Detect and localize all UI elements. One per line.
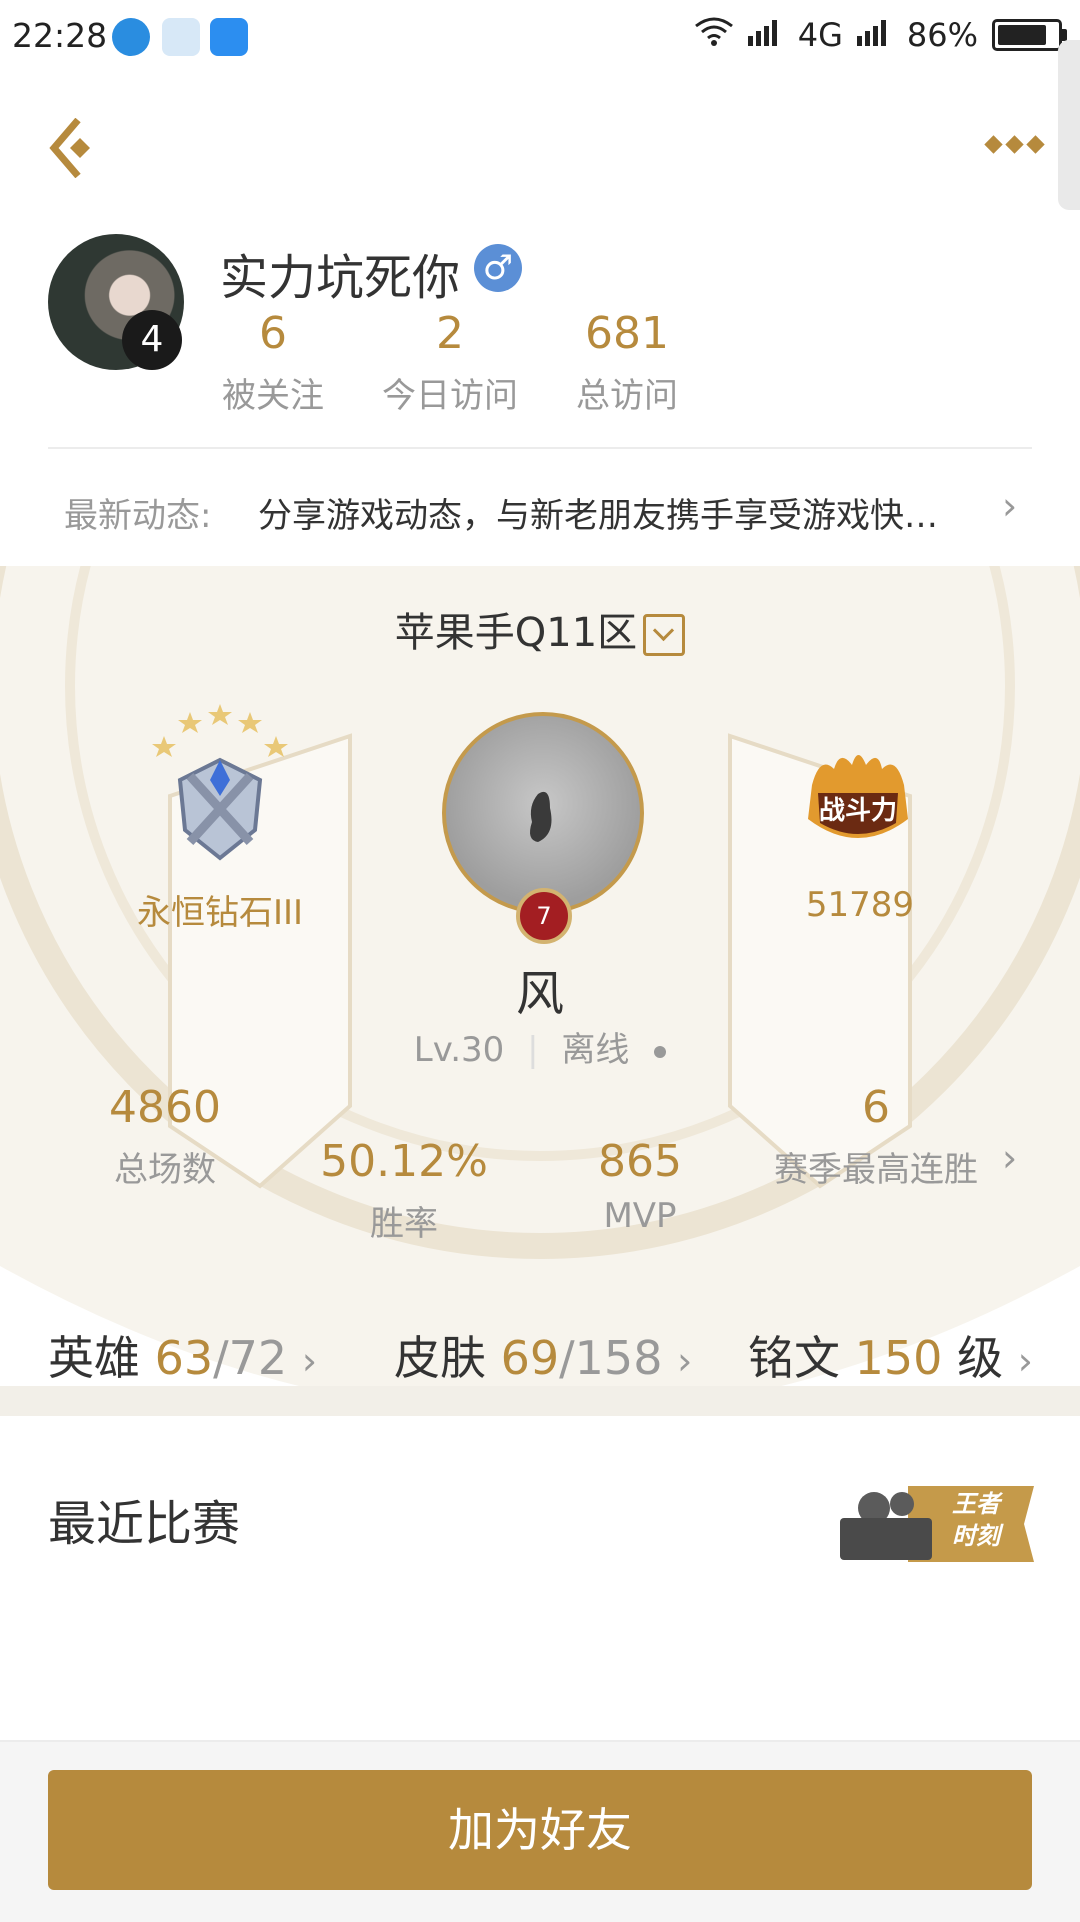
today-visits-label: 今日访问 bbox=[382, 376, 518, 416]
total-visits-count: 681 bbox=[585, 308, 669, 359]
hero-status-line: Lv.30 | 离线 bbox=[0, 1022, 1080, 1071]
separator: | bbox=[527, 1030, 539, 1070]
rank-emblem-icon[interactable] bbox=[150, 690, 290, 870]
total-games-label: 总场数 bbox=[114, 1150, 216, 1190]
heroes-link[interactable]: 英雄 63/72 › bbox=[48, 1322, 317, 1388]
runes-value: 150 bbox=[854, 1331, 943, 1385]
chevron-right-icon: › bbox=[1002, 484, 1018, 528]
skins-total: /158 bbox=[559, 1331, 663, 1385]
chevron-right-icon: › bbox=[1017, 1339, 1033, 1383]
mvp-label: MVP bbox=[603, 1196, 677, 1236]
avatar-badge: 4 bbox=[122, 310, 182, 370]
username: 实力坑死你 bbox=[220, 250, 461, 306]
power-badge-text: 战斗力 bbox=[818, 796, 897, 826]
skins-label: 皮肤 bbox=[394, 1331, 486, 1385]
hero-avatar[interactable] bbox=[442, 712, 644, 914]
king-moment-button[interactable]: 王者 时刻 bbox=[838, 1484, 1034, 1564]
power-value: 51789 bbox=[805, 885, 915, 925]
feed-label: 最新动态: bbox=[64, 496, 212, 536]
followers-label: 被关注 bbox=[222, 376, 324, 416]
more-dot bbox=[1026, 135, 1045, 154]
wifi-icon bbox=[694, 16, 734, 54]
feed-text: 分享游戏动态，与新老朋友携手享受游戏快… bbox=[258, 496, 938, 536]
status-bar: 22:28 4G 86% bbox=[0, 0, 1080, 80]
runes-unit: 级 bbox=[957, 1331, 1004, 1385]
streak-value: 6 bbox=[862, 1082, 890, 1133]
status-time: 22:28 bbox=[12, 16, 108, 55]
recent-matches-title: 最近比赛 bbox=[48, 1496, 241, 1552]
status-text: 离线 bbox=[561, 1030, 630, 1070]
heroes-total: /72 bbox=[213, 1331, 288, 1385]
message-notification-icon bbox=[210, 18, 248, 56]
network-type: 4G bbox=[797, 16, 843, 54]
battery-icon bbox=[992, 19, 1067, 51]
streak-label: 赛季最高连胜 bbox=[774, 1150, 978, 1190]
status-right: 4G 86% bbox=[694, 16, 1067, 54]
chevron-right-icon: › bbox=[677, 1339, 693, 1383]
edge-handle[interactable] bbox=[1058, 40, 1080, 210]
chevron-right-icon: › bbox=[1002, 1136, 1018, 1180]
battery-percent: 86% bbox=[906, 16, 978, 54]
divider bbox=[48, 447, 1032, 449]
runes-label: 铭文 bbox=[748, 1331, 840, 1385]
heroes-owned: 63 bbox=[154, 1331, 214, 1385]
win-rate-value: 50.12% bbox=[320, 1136, 488, 1187]
level-text: Lv.30 bbox=[413, 1030, 505, 1070]
signal-icon-2 bbox=[856, 16, 893, 54]
total-games-value: 4860 bbox=[109, 1082, 221, 1133]
back-icon[interactable] bbox=[48, 117, 98, 179]
king-moment-label: 王者 时刻 bbox=[934, 1488, 1018, 1552]
king-moment-line-2: 时刻 bbox=[952, 1522, 1000, 1550]
rank-label: 永恒钻石III bbox=[136, 893, 304, 933]
followers-count: 6 bbox=[259, 308, 287, 359]
server-name: 苹果手Q11区 bbox=[394, 610, 638, 656]
total-visits-label: 总访问 bbox=[576, 376, 678, 416]
hero-level-badge: 7 bbox=[516, 888, 572, 944]
hero-name: 风 bbox=[515, 966, 564, 1022]
win-rate-label: 胜率 bbox=[370, 1204, 438, 1244]
more-dot bbox=[984, 135, 1003, 154]
signal-icon bbox=[747, 16, 784, 54]
add-friend-button[interactable]: 加为好友 bbox=[48, 1770, 1032, 1890]
heroes-label: 英雄 bbox=[48, 1331, 140, 1385]
king-moment-line-1: 王者 bbox=[952, 1490, 1000, 1518]
chevron-right-icon: › bbox=[301, 1339, 318, 1383]
more-icon[interactable] bbox=[984, 135, 1045, 154]
dropdown-icon bbox=[643, 614, 686, 656]
more-dot bbox=[1005, 135, 1024, 154]
app-notification-icon bbox=[112, 18, 150, 56]
skins-owned: 69 bbox=[500, 1331, 560, 1385]
status-dot bbox=[654, 1045, 667, 1058]
today-visits-count: 2 bbox=[436, 308, 464, 359]
skins-link[interactable]: 皮肤 69/158 › bbox=[394, 1322, 692, 1388]
male-icon: ♂ bbox=[474, 244, 522, 292]
runes-link[interactable]: 铭文 150 级 › bbox=[748, 1322, 1033, 1388]
game-notification-icon bbox=[162, 18, 200, 56]
mvp-value: 865 bbox=[598, 1136, 682, 1187]
server-selector[interactable]: 苹果手Q11区 bbox=[0, 600, 1080, 658]
hero-image bbox=[530, 791, 552, 842]
